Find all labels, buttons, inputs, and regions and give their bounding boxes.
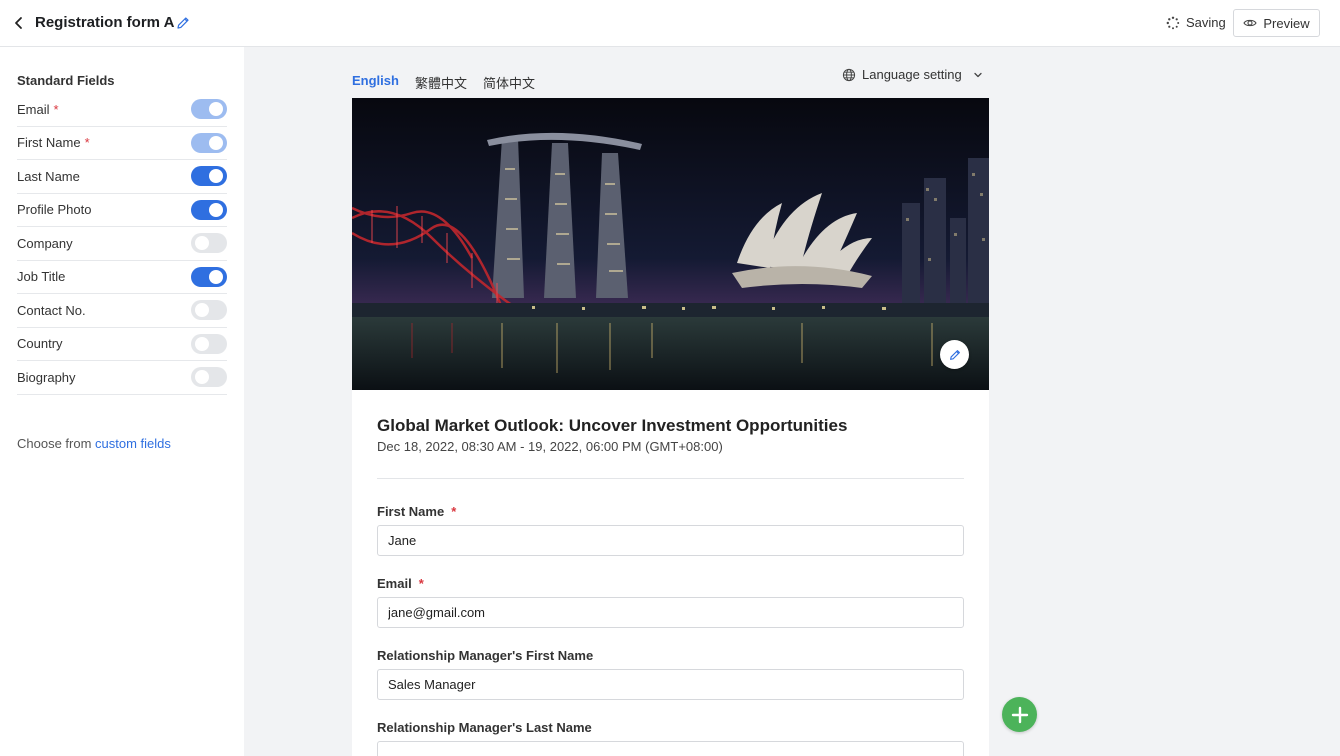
divider <box>377 478 964 479</box>
edit-banner-button[interactable] <box>940 340 969 369</box>
event-title: Global Market Outlook: Uncover Investmen… <box>377 416 848 435</box>
first-name-input[interactable] <box>377 525 964 556</box>
top-bar: Registration form A Saving Preview <box>0 0 1340 47</box>
standard-fields-heading: Standard Fields <box>17 73 115 88</box>
field-row-profile-photo: Profile Photo <box>17 194 227 227</box>
question-label-rm-last-name: Relationship Manager's Last Name <box>377 720 592 735</box>
event-banner-image <box>352 98 989 390</box>
saving-status: Saving <box>1166 15 1226 30</box>
field-row-job-title: Job Title <box>17 261 227 294</box>
back-button[interactable] <box>8 12 30 34</box>
saving-label: Saving <box>1186 15 1226 30</box>
field-row-first-name: First Name * <box>17 127 227 160</box>
rm-first-name-input[interactable] <box>377 669 964 700</box>
toggle-email[interactable] <box>191 99 227 120</box>
field-row-biography: Biography <box>17 361 227 395</box>
language-setting-label: Language setting <box>862 67 962 82</box>
edit-title-button[interactable] <box>175 15 191 31</box>
custom-fields-link[interactable]: custom fields <box>95 436 171 451</box>
tab-simplified-chinese[interactable]: 简体中文 <box>483 73 535 92</box>
form-preview-card: Global Market Outlook: Uncover Investmen… <box>352 98 989 756</box>
globe-icon <box>842 68 856 81</box>
rm-last-name-input[interactable] <box>377 741 964 756</box>
field-label: First Name <box>17 135 81 151</box>
toggle-biography[interactable] <box>191 367 227 388</box>
toggle-first-name[interactable] <box>191 132 227 153</box>
question-label-first-name: First Name * <box>377 504 457 519</box>
required-mark: * <box>451 504 457 519</box>
preview-label: Preview <box>1263 15 1310 31</box>
field-label: Country <box>17 336 63 352</box>
field-label: Last Name <box>17 168 80 184</box>
toggle-last-name[interactable] <box>191 166 227 187</box>
event-date: Dec 18, 2022, 08:30 AM - 19, 2022, 06:00… <box>377 439 723 454</box>
field-label: Profile Photo <box>17 202 92 218</box>
field-row-company: Company <box>17 227 227 261</box>
question-label-rm-first-name: Relationship Manager's First Name <box>377 648 594 663</box>
field-row-contact-no: Contact No. <box>17 294 227 328</box>
field-label: Job Title <box>17 269 66 285</box>
custom-fields-line: Choose from custom fields <box>17 436 171 451</box>
standard-field-list: Email * First Name * Last Name Profile Pho… <box>17 93 227 395</box>
field-label: Contact No. <box>17 302 86 318</box>
language-tabs: English 繁體中文 简体中文 <box>352 73 535 92</box>
field-label: Email <box>17 101 50 117</box>
required-mark: * <box>418 576 424 591</box>
form-title: Registration form A <box>35 14 175 31</box>
preview-button[interactable]: Preview <box>1233 9 1320 37</box>
field-row-country: Country <box>17 328 227 361</box>
field-label: Company <box>17 235 73 251</box>
email-input[interactable] <box>377 597 964 628</box>
language-setting-dropdown[interactable]: Language setting <box>842 67 984 82</box>
field-label: Biography <box>17 369 76 385</box>
pencil-icon <box>177 17 189 29</box>
chevron-down-icon <box>974 72 982 77</box>
toggle-country[interactable] <box>191 333 227 354</box>
tab-english[interactable]: English <box>352 73 399 92</box>
field-row-email: Email * <box>17 93 227 127</box>
banner-illustration <box>352 98 989 390</box>
plus-icon <box>1011 706 1028 723</box>
tab-traditional-chinese[interactable]: 繁體中文 <box>415 73 467 92</box>
required-mark: * <box>53 101 59 117</box>
toggle-company[interactable] <box>191 233 227 254</box>
toggle-contact-no[interactable] <box>191 300 227 321</box>
eye-icon <box>1243 19 1258 27</box>
toggle-profile-photo[interactable] <box>191 199 227 220</box>
add-question-button[interactable] <box>1002 697 1037 732</box>
field-row-last-name: Last Name <box>17 160 227 194</box>
custom-fields-prefix: Choose from <box>17 436 92 451</box>
chevron-left-icon <box>15 17 22 29</box>
question-label-email: Email * <box>377 576 424 591</box>
standard-fields-panel: Standard Fields Email * First Name * Last … <box>0 47 244 756</box>
pencil-icon <box>949 349 960 360</box>
required-mark: * <box>84 135 90 151</box>
spinner-icon <box>1166 16 1180 29</box>
toggle-job-title[interactable] <box>191 266 227 287</box>
